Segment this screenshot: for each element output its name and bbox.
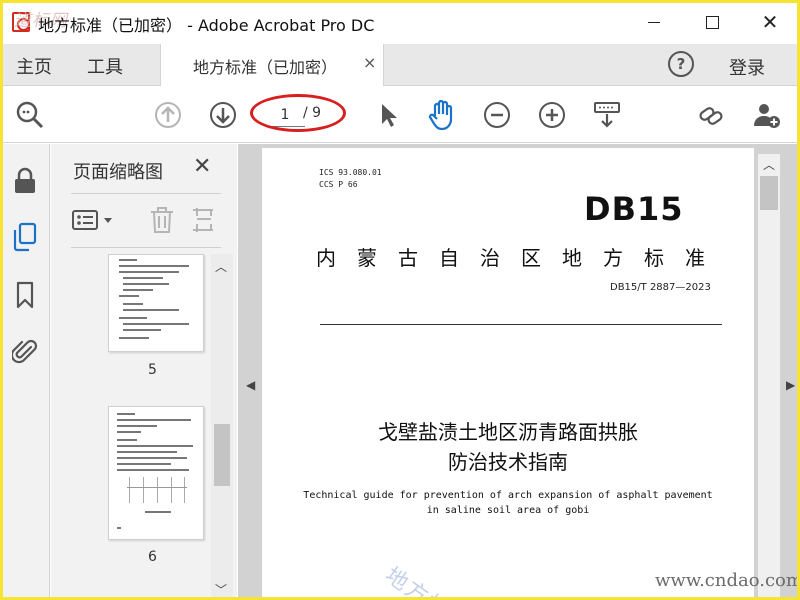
- standard-code: DB15: [584, 190, 684, 228]
- thumbnails-title: 页面缩略图: [73, 162, 163, 183]
- scroll-down-icon[interactable]: ﹀: [215, 581, 227, 598]
- thumbnail-page-number: 5: [148, 362, 157, 378]
- thumbnail-page-6[interactable]: [108, 406, 204, 540]
- document-title-line1: 戈壁盐渍土地区沥青路面拱胀: [378, 420, 638, 444]
- help-icon[interactable]: ?: [668, 51, 694, 77]
- document-scrollbar[interactable]: ︿: [758, 154, 780, 600]
- title-bar: 道标网 地方标准（已加密） - Adobe Acrobat Pro DC ✕: [0, 0, 800, 44]
- crop-pages-icon[interactable]: [191, 206, 217, 238]
- document-tab-label: 地方标准（已加密）: [193, 58, 338, 77]
- english-title-line2: in saline soil area of gobi: [426, 505, 590, 516]
- page-up-icon[interactable]: [152, 99, 184, 131]
- tab-tools[interactable]: 工具: [87, 53, 123, 79]
- ics-code: ICS 93.080.01: [319, 168, 382, 177]
- close-panel-icon[interactable]: ✕: [193, 154, 211, 179]
- collapse-left-icon[interactable]: ◀: [246, 378, 255, 392]
- add-user-icon[interactable]: [751, 99, 783, 131]
- annotation-ellipse: [250, 94, 346, 132]
- standard-number: DB15/T 2887—2023: [610, 282, 711, 293]
- document-viewer: ◀ ICS 93.080.01 CCS P 66 DB15 内蒙古自治区地方标准…: [238, 144, 800, 600]
- bookmark-icon[interactable]: [11, 280, 39, 310]
- select-arrow-icon[interactable]: [372, 99, 404, 131]
- divider: [71, 247, 221, 248]
- thumbnail-scrollbar[interactable]: ︿ ﹀: [211, 254, 233, 600]
- expand-right-icon[interactable]: ▶: [786, 378, 795, 392]
- diagonal-watermark: 地方标: [380, 562, 454, 600]
- scrollbar-thumb[interactable]: [760, 176, 778, 210]
- scroll-up-icon[interactable]: ︿: [215, 258, 227, 275]
- zoom-in-icon[interactable]: [536, 99, 568, 131]
- window-title: 地方标准（已加密） - Adobe Acrobat Pro DC: [38, 16, 375, 35]
- thumbnail-list: 5 6: [51, 254, 237, 600]
- lock-icon[interactable]: [11, 166, 39, 196]
- thumbnail-page-5[interactable]: [108, 254, 204, 352]
- thumbnail-options-button[interactable]: [71, 206, 119, 234]
- login-button[interactable]: 登录: [729, 54, 765, 80]
- zoom-out-icon[interactable]: [481, 99, 513, 131]
- main-toolbar: 1 / 9: [0, 87, 800, 143]
- close-window-button[interactable]: ✕: [756, 8, 784, 36]
- page-down-icon[interactable]: [207, 99, 239, 131]
- hand-tool-icon[interactable]: [426, 99, 458, 131]
- maximize-button[interactable]: [698, 8, 726, 36]
- document-title-line2: 防治技术指南: [448, 450, 568, 474]
- thumbnail-page-number: 6: [148, 549, 157, 565]
- trash-icon[interactable]: [149, 206, 175, 238]
- link-icon[interactable]: [696, 99, 728, 131]
- page-thumbnails-icon[interactable]: [11, 222, 39, 252]
- scroll-up-icon[interactable]: ︿: [763, 156, 775, 173]
- ccs-code: CCS P 66: [319, 180, 358, 189]
- tab-document[interactable]: 地方标准（已加密） ×: [160, 44, 384, 86]
- scrollbar-thumb[interactable]: [214, 424, 230, 486]
- tab-home[interactable]: 主页: [16, 53, 52, 79]
- zoom-search-icon[interactable]: [14, 99, 46, 131]
- minimize-button[interactable]: [640, 8, 668, 36]
- left-icon-rail: [0, 144, 50, 600]
- english-title-line1: Technical guide for prevention of arch e…: [303, 490, 713, 501]
- url-watermark: www.cndao.com: [655, 570, 800, 591]
- tab-row: 主页 工具 地方标准（已加密） × ? 登录: [0, 44, 800, 86]
- header-rule: [320, 324, 722, 325]
- pdf-page: ICS 93.080.01 CCS P 66 DB15 内蒙古自治区地方标准 D…: [262, 148, 754, 600]
- standard-category: 内蒙古自治区地方标准: [316, 246, 726, 270]
- thumbnails-panel: 页面缩略图 ✕ 5 6 ︿ ﹀: [51, 144, 237, 600]
- keyboard-icon[interactable]: [591, 99, 623, 131]
- divider: [71, 193, 221, 194]
- close-tab-icon[interactable]: ×: [363, 53, 376, 72]
- attachment-icon[interactable]: [11, 336, 39, 366]
